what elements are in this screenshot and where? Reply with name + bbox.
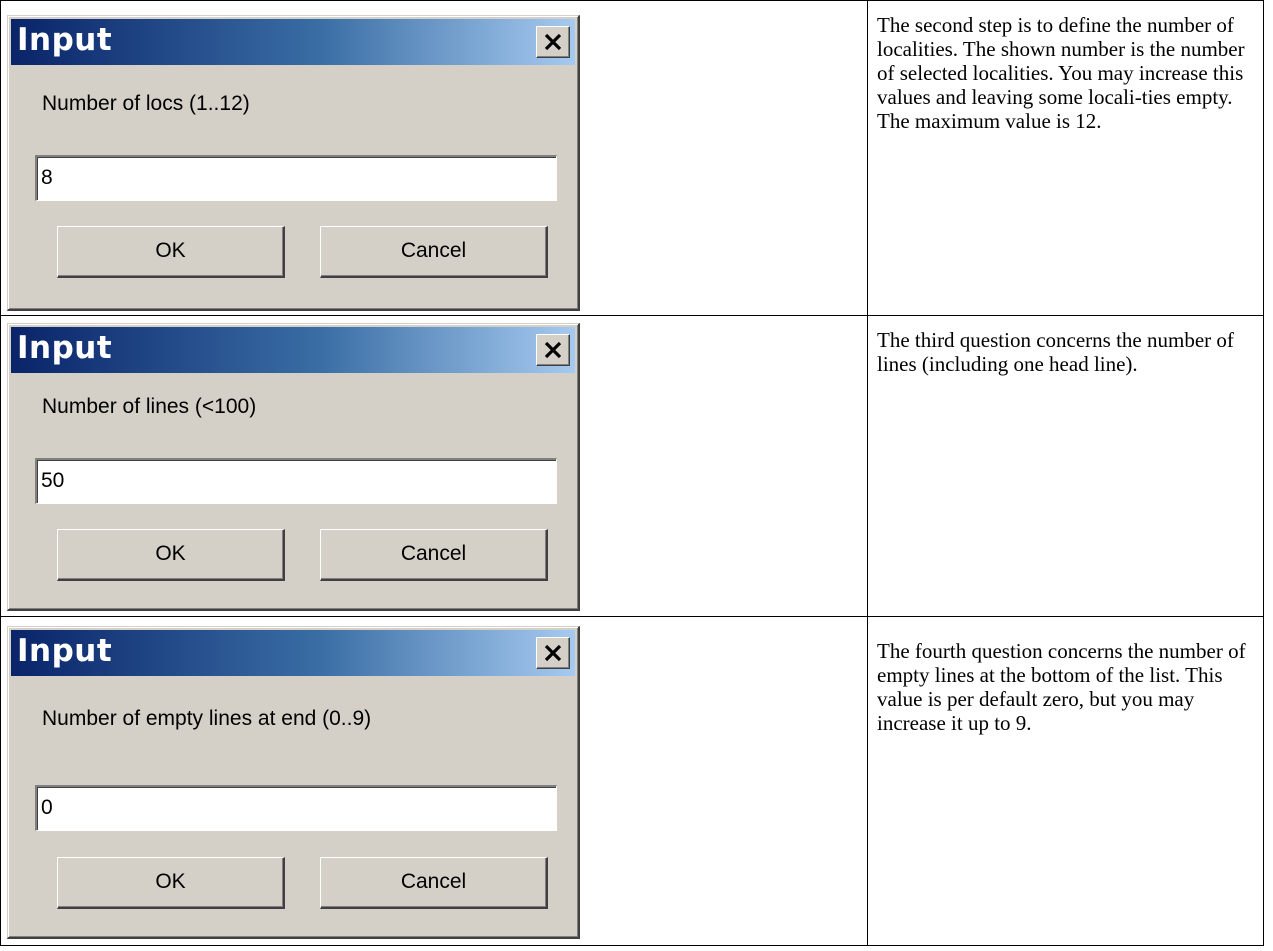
dialog-title: Input (17, 633, 113, 669)
dialog-titlebar[interactable]: Input (11, 327, 575, 373)
dialog-prompt: Number of empty lines at end (0..9) (42, 707, 372, 730)
cancel-button[interactable]: Cancel (320, 857, 548, 909)
column-divider (867, 617, 868, 946)
close-icon (544, 341, 562, 359)
column-divider (867, 316, 868, 616)
number-input-field[interactable]: 50 (35, 458, 557, 504)
dialog-titlebar[interactable]: Input (11, 19, 575, 65)
ok-button[interactable]: OK (57, 529, 285, 581)
close-icon (544, 33, 562, 51)
dialog-title: Input (17, 330, 113, 366)
input-dialog: Input Number of lines (<100) 50 OK Cance… (7, 323, 580, 611)
dialog-prompt: Number of lines (<100) (42, 395, 257, 418)
dialog-titlebar[interactable]: Input (11, 630, 575, 676)
table-row: Input Number of empty lines at end (0..9… (1, 617, 1263, 946)
description-text: The fourth question concerns the number … (877, 639, 1246, 735)
description-text: The second step is to define the number … (877, 13, 1245, 133)
ok-button[interactable]: OK (57, 857, 285, 909)
column-divider (867, 1, 868, 315)
cancel-button[interactable]: Cancel (320, 529, 548, 581)
input-dialog: Input Number of locs (1..12) 8 OK Cancel (7, 15, 580, 311)
close-icon (544, 644, 562, 662)
number-input-field[interactable]: 8 (35, 155, 557, 201)
table-row: Input Number of locs (1..12) 8 OK Cancel… (1, 1, 1263, 316)
close-button[interactable] (536, 637, 570, 669)
document-table: Input Number of locs (1..12) 8 OK Cancel… (0, 0, 1264, 946)
table-row: Input Number of lines (<100) 50 OK Cance… (1, 316, 1263, 617)
ok-button[interactable]: OK (57, 226, 285, 278)
cancel-button[interactable]: Cancel (320, 226, 548, 278)
description-text: The third question concerns the number o… (877, 328, 1234, 376)
dialog-title: Input (17, 22, 113, 58)
input-dialog: Input Number of empty lines at end (0..9… (7, 626, 580, 939)
number-input-field[interactable]: 0 (35, 785, 557, 831)
close-button[interactable] (536, 334, 570, 366)
dialog-prompt: Number of locs (1..12) (42, 92, 250, 115)
close-button[interactable] (536, 26, 570, 58)
